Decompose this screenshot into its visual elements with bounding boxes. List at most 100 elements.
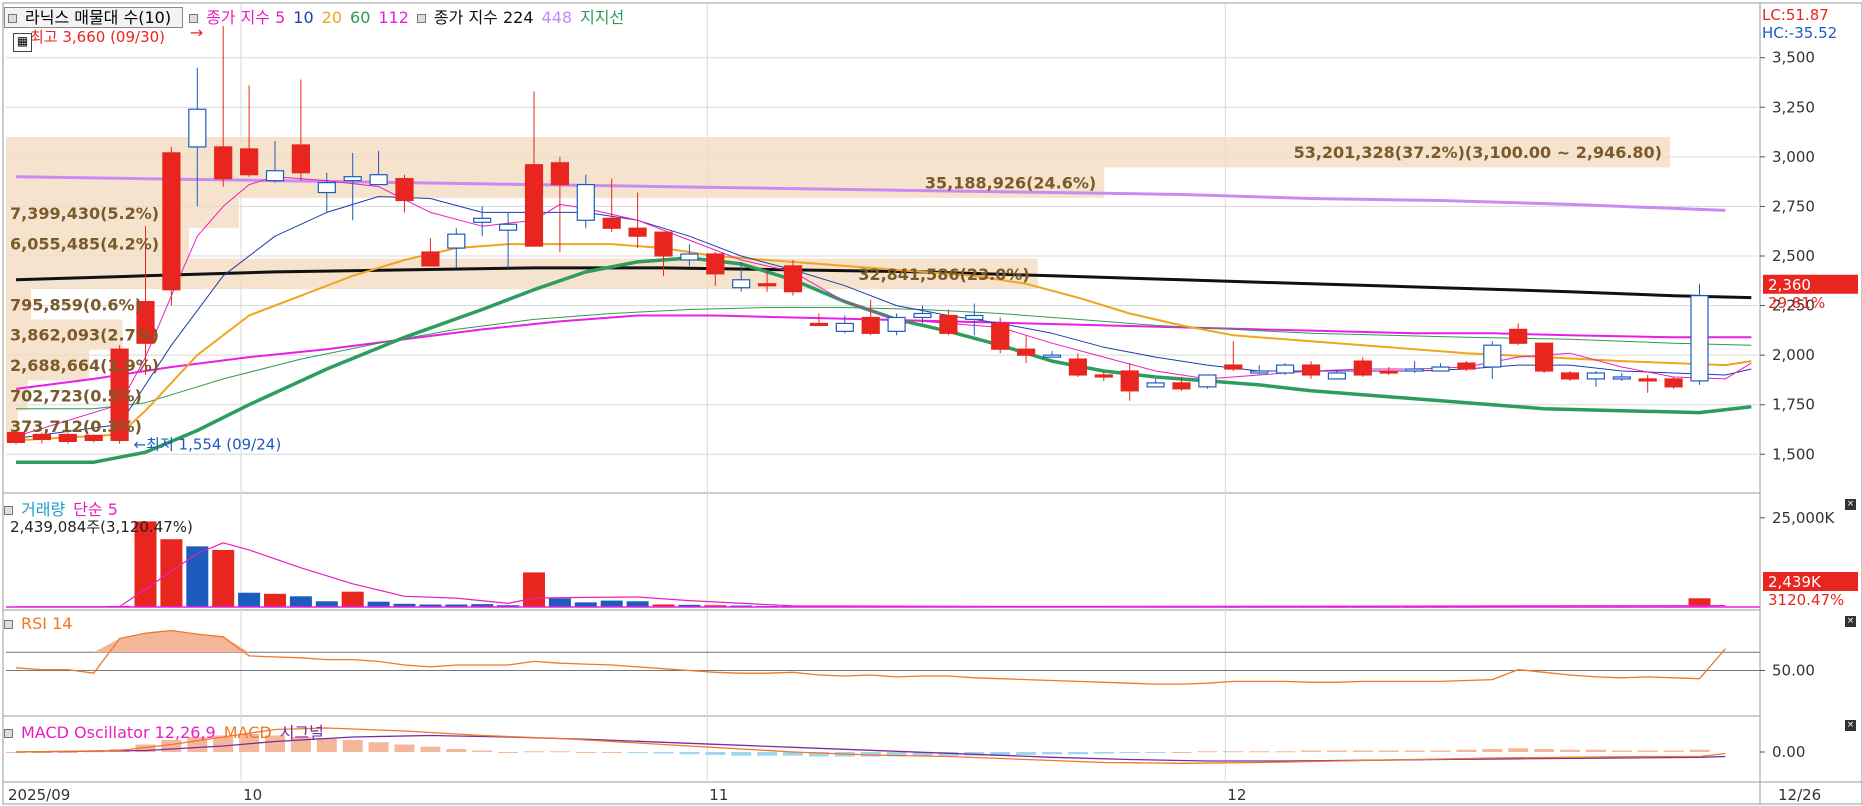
legend-ma224[interactable]: 종가 지수 224 — [434, 8, 534, 27]
legend-support[interactable]: 지지선 — [580, 8, 624, 27]
rsi-title[interactable]: RSI 14 — [21, 614, 72, 633]
price-tick-label: 2,750 — [1772, 197, 1815, 215]
macd-osc-bar — [1275, 751, 1296, 753]
volume-profile-label: 53,201,328(37.2%)(3,100.00 ~ 2,946.80) — [1294, 143, 1662, 162]
macd-osc-bar — [1119, 752, 1140, 753]
candle-body — [1224, 364, 1243, 370]
legend-box-icon — [4, 506, 13, 515]
volume-bar — [367, 601, 390, 607]
price-tick-label: 3,000 — [1772, 148, 1815, 166]
candle-body — [1664, 378, 1683, 388]
candle-body — [783, 265, 803, 293]
price-tick-label: 2,500 — [1772, 247, 1815, 265]
volume-profile-label: 32,841,586(23.0%) — [858, 265, 1029, 284]
candle-body — [809, 322, 829, 327]
legend-ma112[interactable]: 112 — [378, 8, 409, 27]
high-annotation: 최고 3,660 (09/30) — [30, 28, 165, 46]
candle-body — [991, 322, 1010, 350]
macd-label[interactable]: MACD — [224, 723, 272, 742]
candle-body — [240, 148, 259, 176]
candle-body — [757, 283, 777, 287]
grid-toggle-icon[interactable]: ▦ — [13, 33, 32, 52]
candle-body — [369, 174, 388, 186]
volume-bar — [289, 596, 312, 607]
candle-body — [1638, 378, 1657, 382]
close-macd-panel-icon[interactable]: × — [1845, 720, 1856, 731]
rsi-legend: RSI 14 — [4, 614, 80, 633]
volume-bar — [186, 546, 209, 607]
macd-osc-bar — [1145, 752, 1166, 753]
volume-bar — [523, 572, 545, 607]
macd-osc-bar — [1326, 750, 1347, 752]
volume-bar — [160, 539, 183, 607]
macd-osc-bar — [757, 752, 778, 756]
volume-profile-label: 702,723(0.5%) — [10, 386, 142, 405]
candle-body — [1327, 372, 1347, 380]
candle-body — [1016, 348, 1036, 356]
x-axis-label: 2025/09 — [8, 786, 70, 804]
candle-body — [1405, 368, 1424, 372]
legend-ma20[interactable]: 20 — [322, 8, 342, 27]
candle-body — [447, 233, 466, 249]
last-price-value: 2,360 — [1768, 276, 1811, 294]
candle-body — [473, 217, 492, 223]
volume-bar — [600, 600, 623, 607]
candle-body — [887, 316, 906, 332]
rsi-tick-label: 50.00 — [1772, 662, 1815, 680]
volume-bar — [238, 592, 261, 607]
macd-legend: MACD Oscillator 12,26,9 MACD 시그널 — [4, 719, 332, 743]
stock-chart-canvas: 3,5003,2503,0002,7502,5002,2502,0001,750… — [0, 0, 1862, 806]
macd-tick-label: 0.00 — [1772, 743, 1805, 761]
candle-body — [1301, 364, 1321, 376]
legend-ma10[interactable]: 10 — [293, 8, 313, 27]
macd-osc-bar — [1404, 750, 1425, 752]
volume-bar — [341, 591, 364, 607]
legend-box-icon — [189, 14, 199, 23]
close-volume-panel-icon[interactable]: × — [1845, 499, 1856, 510]
candle-body — [732, 279, 751, 289]
macd-osc-title[interactable]: MACD Oscillator 12,26,9 — [21, 723, 216, 742]
signal-label[interactable]: 시그널 — [280, 723, 324, 742]
candle-body — [965, 314, 984, 321]
macd-osc-bar — [575, 752, 596, 753]
macd-osc-bar — [1171, 752, 1192, 753]
macd-osc-bar — [1016, 752, 1037, 755]
macd-osc-bar — [1456, 749, 1477, 752]
legend-box-icon — [416, 14, 426, 23]
volume-profile-label: 7,399,430(5.2%) — [10, 204, 159, 223]
candle-body — [680, 253, 699, 261]
macd-osc-bar — [472, 750, 493, 752]
x-axis-label: 11 — [709, 786, 728, 804]
candle-body — [1198, 374, 1217, 388]
price-tick-label: 2,000 — [1772, 346, 1815, 364]
legend-box-icon — [8, 14, 17, 23]
macd-osc-bar — [1093, 752, 1114, 754]
panel-backgrounds — [0, 0, 1862, 806]
macd-osc-bar — [1508, 748, 1529, 752]
x-axis-label: 12 — [1227, 786, 1246, 804]
candle-body — [1275, 364, 1295, 374]
macd-osc-bar — [446, 749, 467, 752]
legend-ma60[interactable]: 60 — [350, 8, 370, 27]
candle-body — [861, 316, 880, 334]
candle-body — [265, 170, 285, 182]
macd-osc-bar — [627, 752, 648, 753]
candle-body — [1612, 376, 1631, 380]
macd-osc-bar — [653, 752, 674, 754]
candle-body — [628, 227, 647, 237]
volume-last-pct: 3120.47% — [1768, 591, 1844, 609]
candle-body — [654, 231, 673, 257]
legend-ma448[interactable]: 448 — [542, 8, 573, 27]
legend-ma5[interactable]: 종가 지수 5 — [206, 8, 285, 27]
candle-body — [1353, 360, 1372, 376]
candle-body — [1172, 382, 1191, 390]
macd-osc-bar — [57, 752, 78, 753]
legend-title[interactable]: 라닉스 매물대 수(10) — [4, 7, 184, 28]
panel-frame-rsi — [2, 609, 1761, 717]
candle-body — [1250, 370, 1269, 374]
macd-osc-bar — [1560, 749, 1580, 752]
macd-osc-bar — [549, 751, 570, 753]
macd-osc-bar — [1301, 750, 1321, 752]
close-rsi-panel-icon[interactable]: × — [1845, 616, 1856, 627]
legend-box-icon — [4, 620, 13, 629]
